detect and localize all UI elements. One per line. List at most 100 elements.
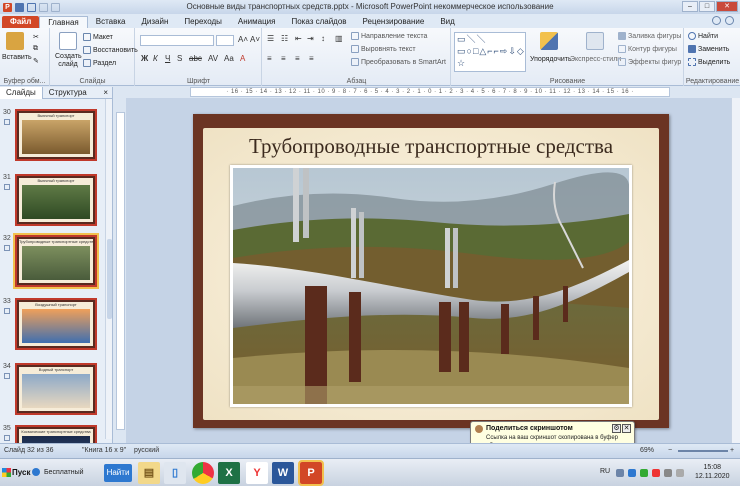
tray-screenshot-icon[interactable] <box>628 469 636 477</box>
excel-icon[interactable]: X <box>218 462 240 484</box>
line-spacing-icon[interactable]: ↕ <box>321 34 325 43</box>
slide-thumbnail[interactable]: Вьючный транспорт <box>15 174 97 226</box>
tab-design[interactable]: Дизайн <box>133 16 176 28</box>
powerpoint-taskbar-icon[interactable]: P <box>298 460 324 486</box>
shrink-font-icon[interactable]: A˅ <box>250 35 260 44</box>
language-indicator[interactable]: русский <box>134 447 159 454</box>
align-left-icon[interactable]: ≡ <box>267 54 272 63</box>
theme-name[interactable]: "Книга 16 х 9" <box>82 447 126 454</box>
taskbar-find-button[interactable]: Найти <box>104 464 132 482</box>
new-slide-icon[interactable] <box>59 32 77 50</box>
underline-icon[interactable]: Ч <box>165 54 170 63</box>
help-icon[interactable] <box>725 16 734 25</box>
tray-arrow-icon[interactable] <box>616 469 624 477</box>
text-direction-button[interactable]: Направление текста <box>351 32 427 40</box>
close-icon[interactable]: × <box>103 88 108 97</box>
align-right-icon[interactable]: ≡ <box>295 54 300 63</box>
tab-slides[interactable]: Слайды <box>0 87 43 99</box>
tab-outline[interactable]: Структура <box>43 87 93 99</box>
shadow-icon[interactable]: S <box>177 54 182 63</box>
chrome-icon[interactable] <box>192 462 214 484</box>
taskbar-clock[interactable]: 15:08 12.11.2020 <box>695 463 730 481</box>
section-button[interactable]: Раздел <box>83 59 116 67</box>
tray-network-icon[interactable] <box>640 469 648 477</box>
redo-icon[interactable] <box>39 2 48 12</box>
slide-thumbnail[interactable]: Водный транспорт <box>15 363 97 415</box>
paste-icon[interactable] <box>6 32 24 50</box>
slide-scrollbar[interactable] <box>731 98 740 443</box>
copy-icon[interactable]: ⧉ <box>33 45 38 53</box>
bold-icon[interactable]: Ж <box>141 54 148 63</box>
zoom-level[interactable]: 69% <box>640 447 654 454</box>
word-icon[interactable]: W <box>272 462 294 484</box>
tray-flag-icon[interactable] <box>676 469 684 477</box>
find-button[interactable]: Найти <box>688 32 718 40</box>
case-icon[interactable]: Aa <box>224 54 234 63</box>
replace-button[interactable]: Заменить <box>688 45 729 53</box>
slide-thumbnail[interactable]: Воздушный транспорт <box>15 298 97 350</box>
shapes-gallery[interactable]: ▭＼＼▭○□△⌐⌐⇨⇩◇∖∿∧{}☆ <box>454 32 526 72</box>
tab-slideshow[interactable]: Показ слайдов <box>283 16 354 28</box>
balloon-close-icon[interactable]: ✕ <box>622 424 631 433</box>
explorer-icon[interactable]: ▤ <box>138 462 160 484</box>
smartart-button[interactable]: Преобразовать в SmartArt <box>351 58 446 66</box>
paste-button[interactable]: Вставить <box>2 54 32 61</box>
arrange-button[interactable]: Упорядочить <box>530 56 572 63</box>
undo-icon[interactable] <box>27 2 36 12</box>
pipeline-photo[interactable] <box>230 165 632 407</box>
arrange-icon[interactable] <box>540 32 558 50</box>
minimize-ribbon-icon[interactable] <box>712 16 721 25</box>
slide-title[interactable]: Трубопроводные транспортные средства <box>203 134 659 159</box>
align-center-icon[interactable]: ≡ <box>281 54 286 63</box>
save-icon[interactable] <box>15 2 24 12</box>
minimize-button[interactable]: – <box>682 1 698 12</box>
tray-antivirus-icon[interactable] <box>652 469 660 477</box>
zoom-in-icon[interactable]: + <box>730 447 734 454</box>
quick-styles-icon[interactable] <box>586 32 604 50</box>
slide-thumbnail[interactable]: Вьючный транспорт <box>15 109 97 161</box>
tab-home[interactable]: Главная <box>39 16 88 28</box>
tray-volume-icon[interactable] <box>664 469 672 477</box>
tab-animation[interactable]: Анимация <box>230 16 284 28</box>
zoom-out-icon[interactable]: − <box>668 447 672 454</box>
spacing-icon[interactable]: AV <box>208 54 218 63</box>
tab-review[interactable]: Рецензирование <box>355 16 433 28</box>
strike-icon[interactable]: abc <box>189 54 202 63</box>
slide-thumbnail[interactable]: Трубопроводные транспортные средства <box>13 233 99 289</box>
shape-fill-button[interactable]: Заливка фигуры <box>618 32 681 40</box>
customize-qat-icon[interactable] <box>51 2 60 12</box>
yandex-browser-icon[interactable]: Y <box>246 462 268 484</box>
zoom-slider[interactable] <box>678 450 728 452</box>
balloon-settings-icon[interactable]: ⚙ <box>612 424 621 433</box>
maximize-button[interactable]: □ <box>699 1 715 12</box>
shape-outline-button[interactable]: Контур фигуры <box>618 45 677 53</box>
select-button[interactable]: Выделить <box>688 58 730 66</box>
numbering-icon[interactable]: ☷ <box>281 34 288 43</box>
document-icon[interactable]: ▯ <box>164 462 186 484</box>
cut-icon[interactable]: ✂ <box>33 33 39 41</box>
columns-icon[interactable]: ▥ <box>335 34 343 43</box>
tab-file[interactable]: Файл <box>2 16 40 28</box>
increase-indent-icon[interactable]: ⇥ <box>307 34 314 43</box>
scroll-thumb[interactable] <box>107 239 112 319</box>
justify-icon[interactable]: ≡ <box>309 54 314 63</box>
new-slide-button[interactable]: Создать слайд <box>55 53 82 69</box>
tab-insert[interactable]: Вставка <box>88 16 134 28</box>
italic-icon[interactable]: К <box>153 54 158 63</box>
font-color-icon[interactable]: A <box>240 54 245 63</box>
reset-button[interactable]: Восстановить <box>83 46 138 54</box>
layout-button[interactable]: Макет <box>83 33 113 41</box>
shape-effects-button[interactable]: Эффекты фигур <box>618 58 681 66</box>
slide-thumbnail[interactable]: Космические транспортные средства <box>15 425 97 443</box>
font-size-input[interactable] <box>216 35 234 46</box>
format-painter-icon[interactable]: ✎ <box>33 57 39 65</box>
close-button[interactable]: ✕ <box>716 1 738 12</box>
powerpoint-logo-icon[interactable]: P <box>3 2 12 12</box>
align-text-button[interactable]: Выровнять текст <box>351 45 416 53</box>
panel-scrollbar[interactable] <box>105 99 112 439</box>
font-name-input[interactable] <box>140 35 214 46</box>
decrease-indent-icon[interactable]: ⇤ <box>295 34 302 43</box>
grow-font-icon[interactable]: A˄ <box>238 35 248 44</box>
tab-view[interactable]: Вид <box>432 16 462 28</box>
bullets-icon[interactable]: ☰ <box>267 34 274 43</box>
